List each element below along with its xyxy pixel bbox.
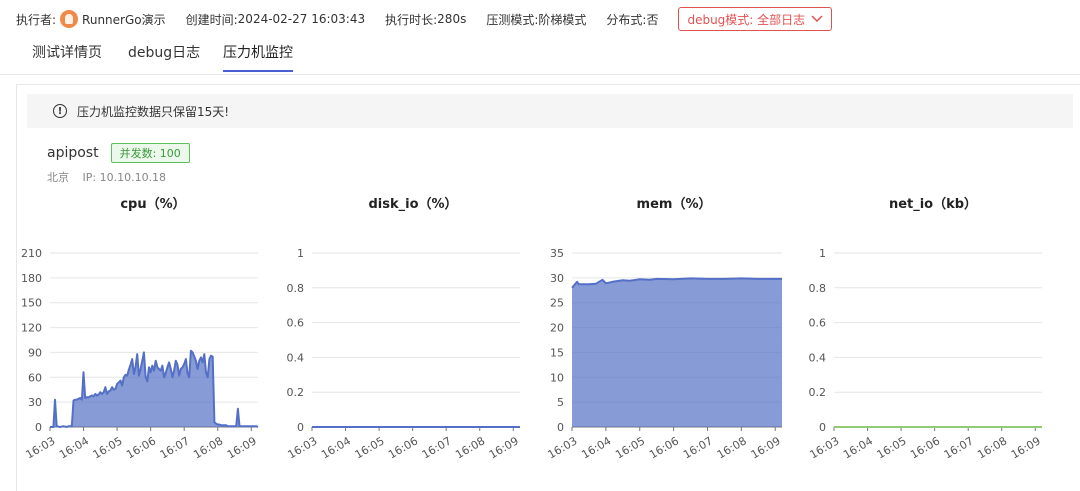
x-tick-label: 16:06 [908, 434, 942, 461]
x-tick-label: 16:08 [191, 434, 225, 461]
y-tick-label: 0 [819, 421, 826, 434]
y-tick-label: 120 [21, 322, 42, 335]
x-tick-label: 16:03 [808, 434, 842, 461]
x-tick-label: 16:06 [386, 434, 420, 461]
x-tick-label: 16:09 [1009, 434, 1043, 461]
y-tick-label: 15 [550, 346, 564, 359]
x-tick-label: 16:09 [225, 434, 259, 461]
x-tick-label: 16:07 [420, 434, 454, 461]
y-tick-label: 0 [35, 421, 42, 434]
x-tick-label: 16:09 [487, 434, 521, 461]
monitor-charts: cpu（%）030609012015018021016:03 16:04 16:05… [21, 196, 1043, 461]
chart-title: disk_io（%） [368, 196, 457, 212]
x-tick-label: 16:03 [286, 434, 320, 461]
y-tick-label: 0.4 [809, 351, 827, 364]
x-tick-label: 16:07 [681, 434, 715, 461]
x-tick-label: 16:05 [875, 434, 909, 461]
chart-title: net_io（kb） [889, 196, 977, 212]
x-tick-label: 16:04 [57, 434, 91, 461]
y-tick-label: 20 [550, 322, 564, 335]
chart-title: mem（%） [637, 196, 712, 212]
y-tick-label: 30 [550, 272, 564, 285]
x-tick-label: 16:07 [942, 434, 976, 461]
x-tick-label: 16:08 [975, 434, 1009, 461]
x-tick-label: 16:06 [647, 434, 681, 461]
y-tick-label: 60 [28, 371, 42, 384]
y-tick-label: 1 [819, 247, 826, 260]
x-tick-label: 16:09 [749, 434, 783, 461]
chart-title: cpu（%） [120, 196, 185, 212]
y-tick-label: 0 [557, 421, 564, 434]
x-tick-label: 16:04 [841, 434, 875, 461]
y-tick-label: 0.6 [809, 317, 827, 330]
y-tick-label: 0.8 [809, 282, 827, 295]
x-tick-label: 16:04 [579, 434, 613, 461]
y-tick-label: 180 [21, 272, 42, 285]
y-tick-label: 35 [550, 247, 564, 260]
x-tick-label: 16:05 [91, 434, 125, 461]
y-tick-label: 0 [297, 421, 304, 434]
y-tick-label: 0.2 [809, 386, 827, 399]
y-tick-label: 150 [21, 297, 42, 310]
x-tick-label: 16:03 [24, 434, 58, 461]
y-tick-label: 0.8 [287, 282, 305, 295]
x-tick-label: 16:07 [158, 434, 192, 461]
y-tick-label: 0.6 [287, 317, 305, 330]
series-area [572, 278, 782, 427]
x-tick-label: 16:06 [124, 434, 158, 461]
x-tick-label: 16:05 [613, 434, 647, 461]
x-tick-label: 16:08 [453, 434, 487, 461]
y-tick-label: 90 [28, 346, 42, 359]
series-area [50, 350, 258, 427]
y-tick-label: 30 [28, 396, 42, 409]
x-tick-label: 16:05 [353, 434, 387, 461]
x-tick-label: 16:04 [319, 434, 353, 461]
y-tick-label: 10 [550, 371, 564, 384]
y-tick-label: 0.4 [287, 351, 305, 364]
x-tick-label: 16:08 [715, 434, 749, 461]
y-tick-label: 0.2 [287, 386, 305, 399]
y-tick-label: 1 [297, 247, 304, 260]
y-tick-label: 5 [557, 396, 564, 409]
y-tick-label: 210 [21, 247, 42, 260]
y-tick-label: 25 [550, 297, 564, 310]
x-tick-label: 16:03 [546, 434, 580, 461]
